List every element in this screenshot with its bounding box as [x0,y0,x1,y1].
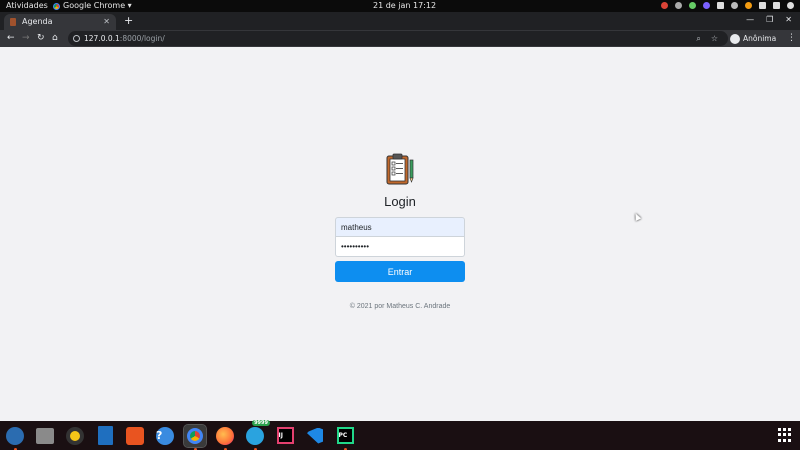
incognito-icon [730,33,740,44]
minimize-icon[interactable]: — [746,14,754,26]
clipboard-logo-icon [385,153,415,185]
omnibox-actions: ⌕ ☆ [696,31,718,46]
clock[interactable]: 21 de jan 17:12 [373,0,436,12]
power-icon[interactable] [787,2,794,9]
close-window-icon[interactable]: ✕ [785,14,792,26]
menu-icon[interactable] [731,2,738,9]
bookmark-star-icon[interactable]: ☆ [711,31,718,46]
chrome-icon[interactable] [183,423,207,450]
wifi-icon[interactable] [759,2,766,9]
password-input[interactable] [335,237,465,257]
app-menu-label: Google Chrome ▾ [63,1,132,10]
tab-title: Agenda [22,17,53,26]
software-icon[interactable] [124,425,146,447]
url-path: :8000/login/ [119,34,165,43]
search-icon[interactable]: ⌕ [696,31,700,46]
site-info-icon[interactable] [73,35,80,42]
app-menu[interactable]: Google Chrome ▾ [53,0,132,12]
vscode-icon[interactable] [304,425,326,447]
system-top-bar: Atividades Google Chrome ▾ 21 de jan 17:… [0,0,800,12]
mouse-cursor-icon [632,212,642,221]
profile-label: Anônima [743,34,777,43]
tab-agenda[interactable]: Agenda ✕ [4,14,116,30]
forward-icon[interactable]: → [22,31,30,46]
telegram-unread-badge: 9999 [252,419,270,426]
chrome-icon [53,2,60,10]
back-icon[interactable]: ← [7,31,15,46]
indicator-icon[interactable] [745,2,752,9]
browser-toolbar: ← → ↻ ⌂ 127.0.0.1:8000/login/ ⌕ ☆ Anônim… [0,30,800,47]
chrome-menu-icon[interactable]: ⋮ [787,32,796,44]
window-controls: — ❐ ✕ [746,14,792,26]
help-icon[interactable]: ? [154,425,176,447]
username-input[interactable] [335,217,465,237]
bluetooth-icon[interactable] [717,2,724,9]
url-host: 127.0.0.1 [84,34,120,43]
login-submit-button[interactable]: Entrar [335,261,465,282]
volume-icon[interactable] [773,2,780,9]
thunderbird-icon[interactable] [4,425,26,450]
address-bar[interactable]: 127.0.0.1:8000/login/ ⌕ ☆ [68,31,728,46]
clipboard-favicon-icon [10,18,16,26]
login-form: Login Entrar © 2021 por Matheus C. Andra… [335,153,465,310]
home-icon[interactable]: ⌂ [52,31,58,46]
firefox-icon[interactable] [214,425,236,450]
rhythmbox-icon[interactable] [64,425,86,447]
dots-icon[interactable] [675,2,682,9]
system-tray[interactable] [661,2,794,9]
restore-icon[interactable]: ❐ [766,14,773,26]
writer-icon[interactable] [94,425,116,447]
login-title: Login [384,194,416,209]
files-icon[interactable] [34,425,56,447]
pycharm-icon[interactable]: PC [334,425,356,450]
show-applications-icon[interactable] [778,428,792,442]
activities-button[interactable]: Atividades [6,0,48,12]
telegram-icon[interactable]: 9999 [244,419,270,450]
new-tab-button[interactable]: + [124,14,133,28]
discord-icon[interactable] [703,2,710,9]
chrome-ext-icon[interactable] [689,2,696,9]
page-content: Login Entrar © 2021 por Matheus C. Andra… [0,47,800,421]
tab-strip: Agenda ✕ + — ❐ ✕ [0,12,800,30]
close-tab-icon[interactable]: ✕ [103,14,110,30]
dock: ? 9999 IJ PC [0,419,800,450]
profile-button[interactable]: Anônima [730,31,776,46]
record-icon[interactable] [661,2,668,9]
reload-icon[interactable]: ↻ [37,31,45,46]
footer-credit: © 2021 por Matheus C. Andrade [349,303,451,310]
intellij-icon[interactable]: IJ [274,425,296,447]
